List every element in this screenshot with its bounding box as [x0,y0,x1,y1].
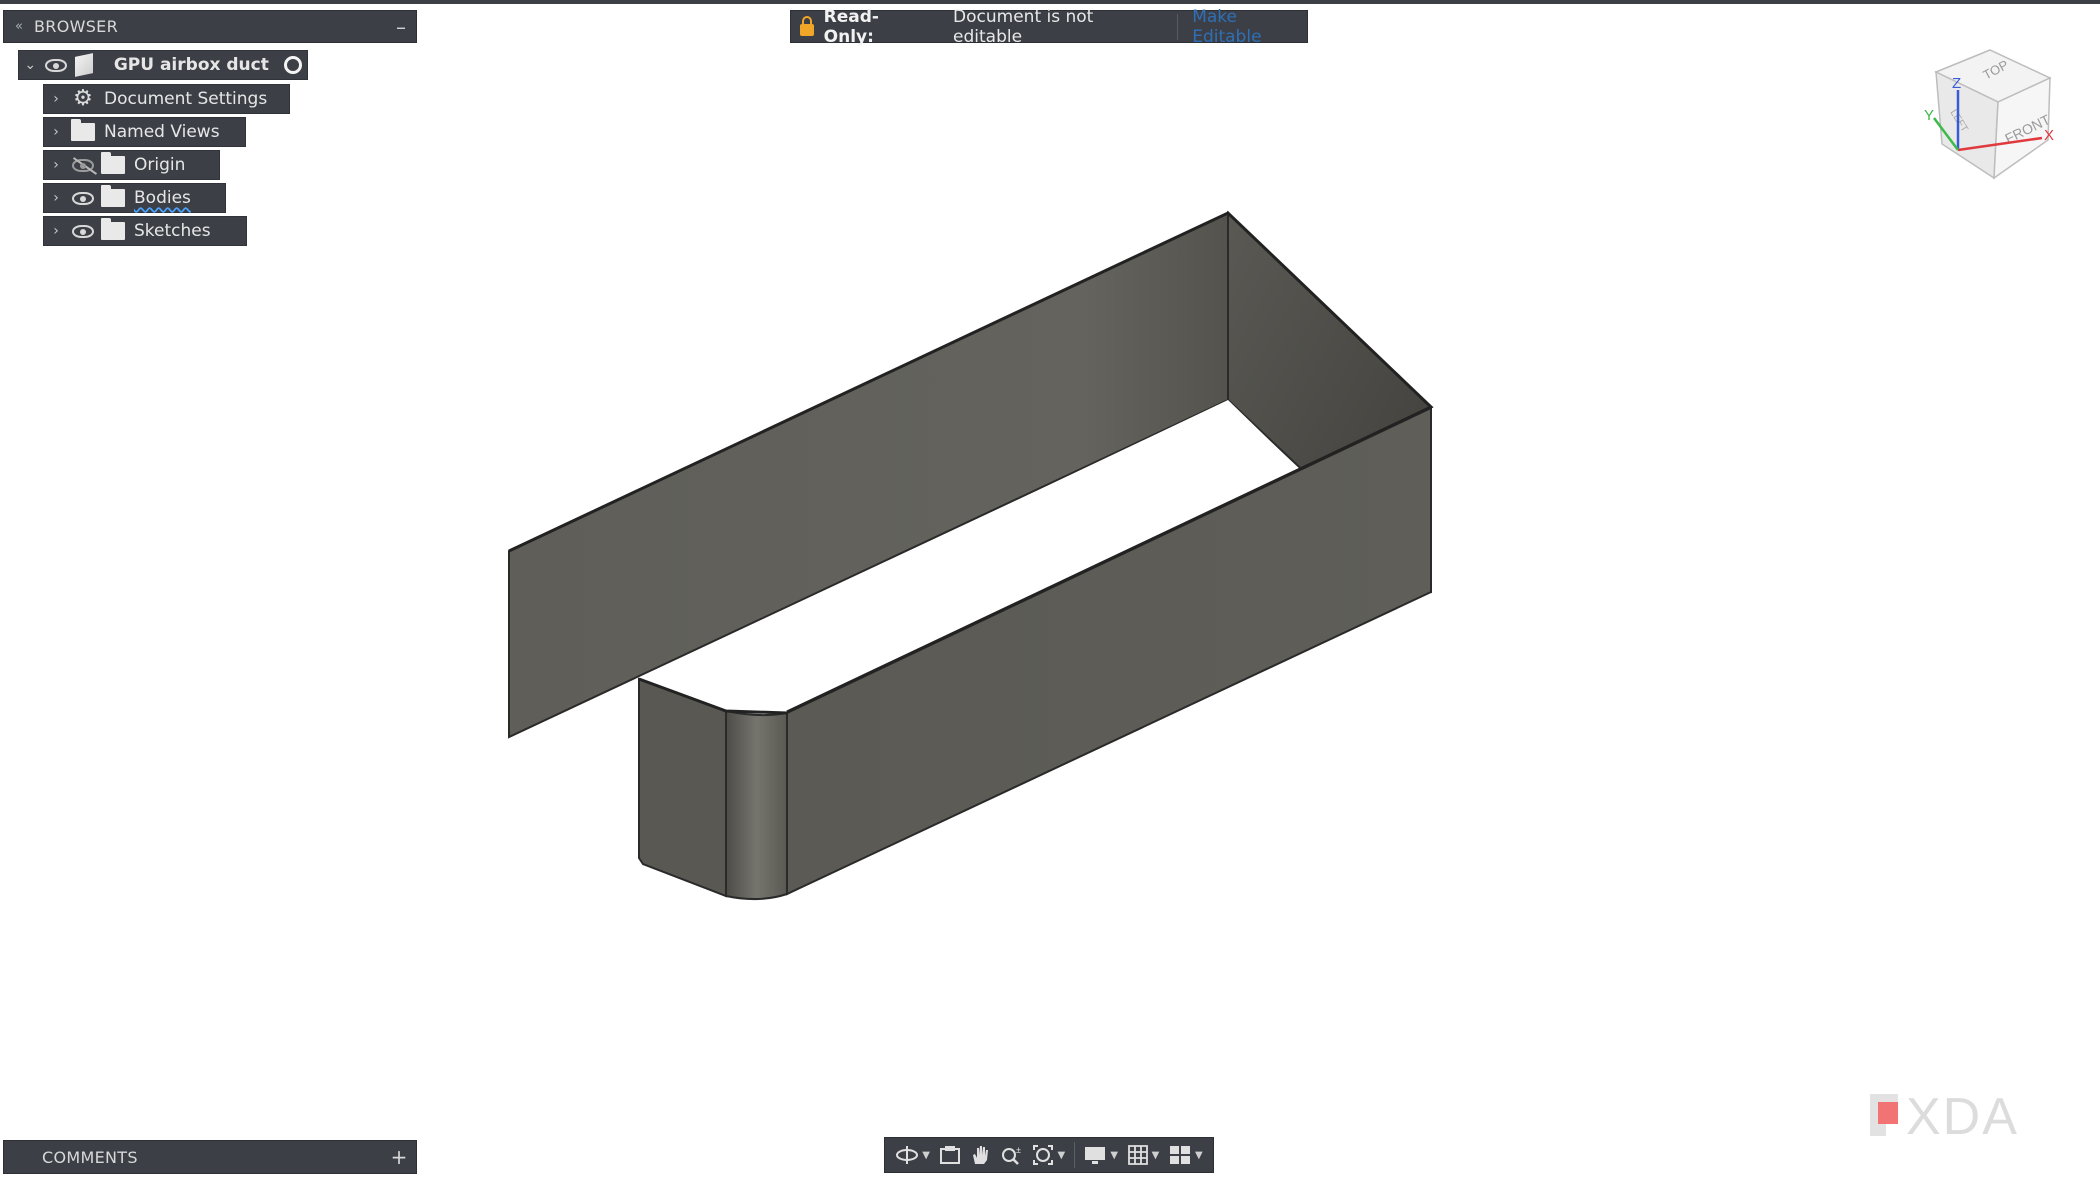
eye-hidden-icon [72,158,94,172]
collapse-panel-icon[interactable]: « [4,19,34,34]
caret-down-icon[interactable]: ▼ [1152,1150,1160,1161]
top-strip [0,0,2100,4]
axis-z-label: Z [1952,75,1961,92]
caret-down-icon[interactable]: ▼ [1057,1150,1065,1161]
visibility-toggle[interactable] [68,220,98,242]
visibility-toggle[interactable] [68,187,98,209]
chevron-right-icon[interactable]: › [44,157,68,173]
eye-icon [44,58,67,72]
fit-button[interactable]: ▼ [1032,1144,1065,1166]
read-only-banner: Read-Only: Document is not editable Make… [790,7,1308,47]
viewports-icon [1169,1146,1190,1164]
gear-icon: ⚙ [73,86,93,111]
pan-button[interactable] [969,1144,991,1166]
xda-logo: XDA [1870,1088,2019,1146]
comments-panel[interactable]: COMMENTS + [3,1140,417,1174]
folder-icon [98,185,128,209]
tree-item-named-views[interactable]: › Named Views [43,117,246,147]
tree-item-label: Origin [134,155,186,175]
browser-title: BROWSER [34,17,118,36]
look-at-icon [939,1146,960,1164]
tree-item-label: Named Views [104,122,220,142]
browser-header[interactable]: « BROWSER – [3,10,417,43]
display-settings-button[interactable]: ▼ [1083,1144,1118,1166]
axis-x-label: X [2044,127,2054,144]
caret-down-icon[interactable]: ▼ [1195,1150,1203,1161]
chevron-down-icon[interactable]: ⌄ [19,57,42,73]
component-icon [70,53,98,77]
folder-icon [98,218,128,242]
chevron-right-icon[interactable]: › [44,190,68,206]
read-only-title: Read-Only: [823,6,879,47]
model-canvas [508,210,1434,900]
tree-item-label: Sketches [134,221,211,241]
look-at-button[interactable] [939,1144,961,1166]
front-wall[interactable] [786,406,1432,896]
zoom-icon: ± [1001,1145,1021,1165]
folder-icon [68,119,98,143]
hand-icon [973,1146,989,1164]
tree-item-origin[interactable]: › Origin [43,150,220,180]
caret-down-icon[interactable]: ▼ [922,1150,930,1161]
tree-item-label: Document Settings [104,89,268,109]
visibility-toggle[interactable] [68,154,98,176]
root-label: GPU airbox duct [113,55,269,75]
duct-opening [640,400,1296,713]
svg-text:±: ± [1016,1145,1021,1155]
curved-corner[interactable] [725,709,788,900]
tree-item-sketches[interactable]: › Sketches [43,216,247,246]
tree-item-label: Bodies [134,188,191,208]
chevron-right-icon[interactable]: › [44,223,68,239]
eye-icon [72,224,94,238]
grid-settings-button[interactable]: ▼ [1127,1144,1160,1166]
short-front-wall[interactable] [638,677,727,898]
zoom-button[interactable]: ± [1000,1144,1024,1166]
viewports-button[interactable]: ▼ [1168,1144,1203,1166]
tree-item-bodies[interactable]: › Bodies [43,183,226,213]
lock-icon [791,15,824,36]
chevron-right-icon[interactable]: › [44,124,68,140]
activate-radio-icon[interactable] [279,54,307,76]
eye-icon [72,191,94,205]
chevron-right-icon[interactable]: › [44,91,68,107]
fit-icon [1033,1145,1054,1165]
orbit-button[interactable]: ▼ [895,1144,930,1166]
tree-item-document-settings[interactable]: › ⚙ Document Settings [43,84,290,114]
read-only-message: Document is not editable [953,6,1094,47]
make-editable-link[interactable]: Make Editable [1192,7,1307,47]
tree-root[interactable]: ⌄ GPU airbox duct [18,50,308,80]
minimize-icon[interactable]: – [386,15,416,39]
grid-icon [1127,1145,1148,1165]
add-comment-button[interactable]: + [382,1145,416,1169]
divider [1177,13,1179,40]
viewcube[interactable]: TOP FRONT LEFT Z X Y [1920,40,2070,190]
display-icon [1085,1147,1106,1164]
back-wall[interactable] [508,211,1229,739]
caret-down-icon[interactable]: ▼ [1110,1150,1118,1161]
xda-logo-text: XDA [1906,1088,2019,1146]
navigation-toolbar: ▼ ± ▼ ▼ ▼ ▼ [884,1137,1214,1173]
axis-y-label: Y [1924,107,1934,124]
visibility-toggle[interactable] [42,54,70,76]
comments-title: COMMENTS [42,1147,138,1167]
folder-icon [98,152,128,176]
orbit-icon [896,1146,919,1164]
divider [1073,1142,1075,1168]
right-end-wall[interactable] [1227,210,1432,594]
